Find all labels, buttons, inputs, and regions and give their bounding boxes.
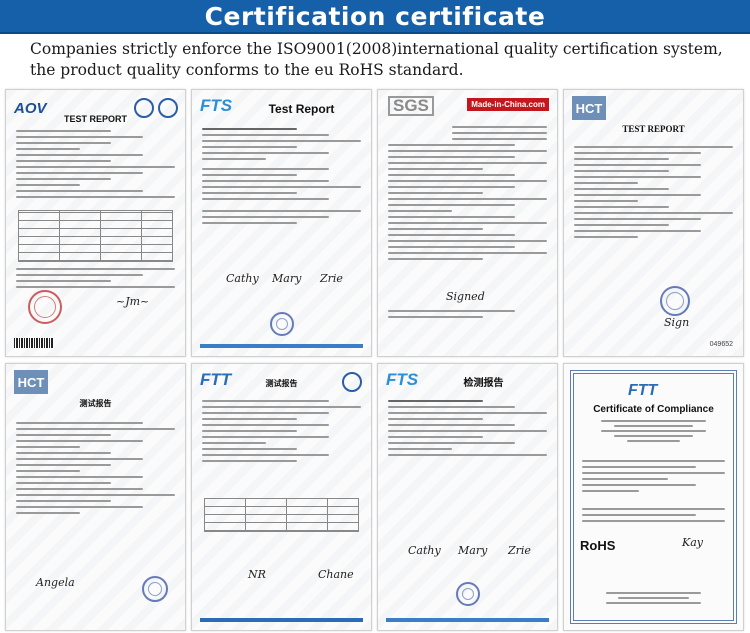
doc-title: 测试报告 [265,379,298,388]
certificate-grid: AOV TEST REPORT ~Jm~ FTS Test Report Cat… [5,89,745,631]
hct-logo: HCT [14,370,48,394]
doc-title: Test Report [268,102,335,116]
certificate-fts-cn-report[interactable]: FTS 检测报告 Cathy Mary Zrie [377,363,558,631]
signature-icon: Cathy [226,272,259,285]
header-banner: Certification certificate [0,0,750,34]
doc-title: 测试报告 [79,399,112,408]
certificate-hct-test-report[interactable]: HCT TEST REPORT Sign 049652 [563,89,744,357]
official-stamp-icon [660,286,690,316]
ftt-logo: FTT [628,382,658,399]
doc-title: 检测报告 [463,378,504,389]
certificate-aov-test-report[interactable]: AOV TEST REPORT ~Jm~ [5,89,186,357]
certificate-ftt-cn-report[interactable]: FTT 测试报告 NR Chane [191,363,372,631]
official-stamp-icon [456,582,480,606]
signature-icon: NR [248,568,266,581]
footer-bar [386,618,549,622]
signature-icon: ~Jm~ [116,295,150,308]
certificate-fts-test-report[interactable]: FTS Test Report Cathy Mary Zrie [191,89,372,357]
results-table [18,210,173,262]
signature-icon: Cathy [408,544,441,557]
intro-line-1: Companies strictly enforce the ISO9001(2… [30,40,723,58]
intro-line-2: the product quality conforms to the eu R… [30,61,464,79]
certificate-ftt-compliance[interactable]: FTT Certificate of Compliance RoHS Kay [563,363,744,631]
official-stamp-icon [270,312,294,336]
doc-title: Certificate of Compliance [593,404,714,415]
official-stamp-icon [28,290,62,324]
sgs-logo: SGS [388,96,434,116]
footer-bar [200,618,363,622]
report-number: 049652 [709,341,733,348]
signature-icon: Zrie [508,544,531,557]
made-in-china-badge: Made-in-China.com [467,98,549,111]
barcode-icon [14,338,54,348]
doc-title: TEST REPORT [622,124,685,134]
page-title: Certification certificate [204,1,546,31]
signature-icon: Zrie [320,272,343,285]
doc-title: TEST REPORT [63,114,127,124]
signature-icon: Signed [446,290,485,303]
certificate-sgs-report[interactable]: SGS Made-in-China.com Signed [377,89,558,357]
signature-icon: Sign [664,316,690,329]
signature-icon: Kay [682,536,703,549]
rohs-mark: RoHS [580,538,616,553]
hct-logo: HCT [572,96,606,120]
intro-text: Companies strictly enforce the ISO9001(2… [30,39,730,81]
official-stamp-icon [142,576,168,602]
signature-icon: Mary [272,272,302,285]
footer-bar [200,344,363,348]
certificate-hct-cn-report[interactable]: HCT 测试报告 Angela [5,363,186,631]
signature-icon: Angela [36,576,75,589]
signature-icon: Chane [318,568,354,581]
results-table [204,498,359,532]
signature-icon: Mary [458,544,488,557]
